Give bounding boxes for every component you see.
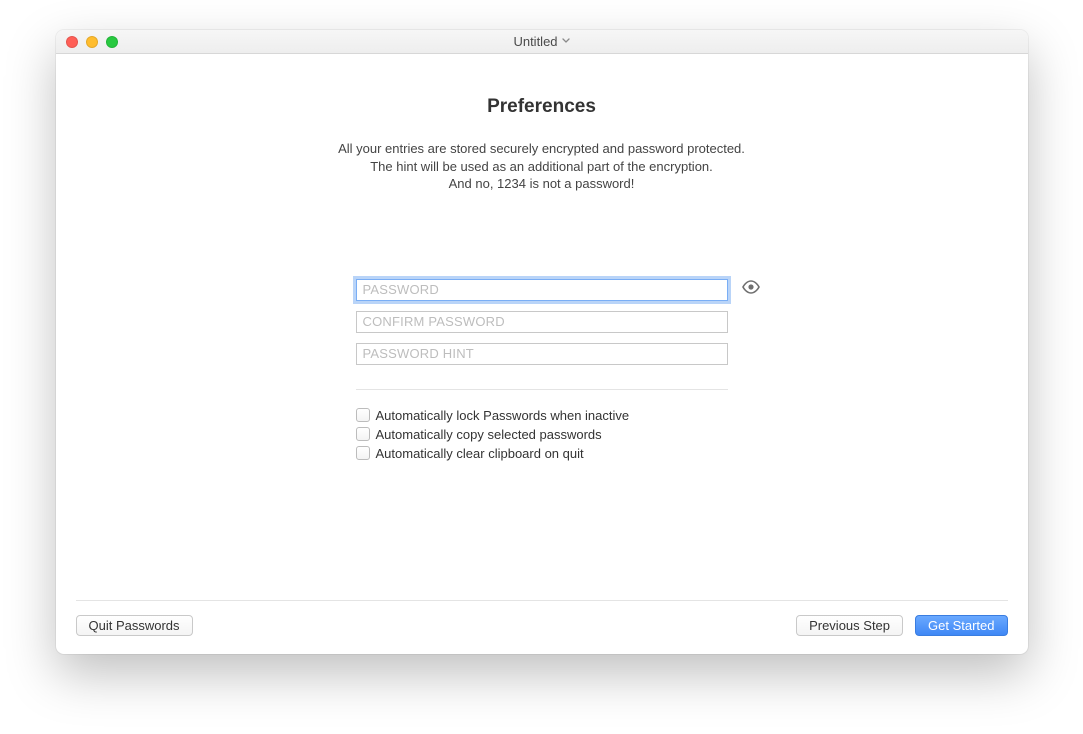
- checkbox-group: Automatically lock Passwords when inacti…: [356, 408, 728, 461]
- close-window-button[interactable]: [66, 36, 78, 48]
- auto-clear-checkbox-row[interactable]: Automatically clear clipboard on quit: [356, 446, 728, 461]
- get-started-button[interactable]: Get Started: [915, 615, 1007, 636]
- password-hint-input[interactable]: [356, 343, 728, 365]
- traffic-lights: [66, 36, 118, 48]
- window-title-text: Untitled: [513, 34, 557, 49]
- previous-step-label: Previous Step: [809, 618, 890, 633]
- page-description: All your entries are stored securely enc…: [338, 140, 745, 193]
- desc-line-1: All your entries are stored securely enc…: [338, 140, 745, 158]
- content-area: Preferences All your entries are stored …: [56, 54, 1028, 600]
- password-input[interactable]: [356, 279, 728, 301]
- form-divider: [356, 389, 728, 390]
- auto-copy-checkbox[interactable]: [356, 427, 370, 441]
- auto-lock-checkbox-row[interactable]: Automatically lock Passwords when inacti…: [356, 408, 728, 423]
- auto-copy-checkbox-row[interactable]: Automatically copy selected passwords: [356, 427, 728, 442]
- window-title: Untitled: [56, 34, 1028, 49]
- page-title: Preferences: [487, 96, 596, 118]
- desc-line-2: The hint will be used as an additional p…: [338, 158, 745, 176]
- app-window: Untitled Preferences All your entries ar…: [56, 30, 1028, 654]
- previous-step-button[interactable]: Previous Step: [796, 615, 903, 636]
- password-form: Automatically lock Passwords when inacti…: [356, 279, 728, 461]
- get-started-label: Get Started: [928, 618, 994, 633]
- quit-button[interactable]: Quit Passwords: [76, 615, 193, 636]
- minimize-window-button[interactable]: [86, 36, 98, 48]
- quit-button-label: Quit Passwords: [89, 618, 180, 633]
- auto-clear-checkbox[interactable]: [356, 446, 370, 460]
- fullscreen-window-button[interactable]: [106, 36, 118, 48]
- auto-copy-label: Automatically copy selected passwords: [376, 427, 602, 442]
- eye-icon: [741, 280, 761, 299]
- titlebar[interactable]: Untitled: [56, 30, 1028, 54]
- footer: Quit Passwords Previous Step Get Started: [56, 600, 1028, 654]
- chevron-down-icon[interactable]: [562, 36, 570, 47]
- auto-lock-checkbox[interactable]: [356, 408, 370, 422]
- auto-lock-label: Automatically lock Passwords when inacti…: [376, 408, 630, 423]
- desc-line-3: And no, 1234 is not a password!: [338, 175, 745, 193]
- toggle-visibility-button[interactable]: [740, 279, 762, 301]
- confirm-password-input[interactable]: [356, 311, 728, 333]
- auto-clear-label: Automatically clear clipboard on quit: [376, 446, 584, 461]
